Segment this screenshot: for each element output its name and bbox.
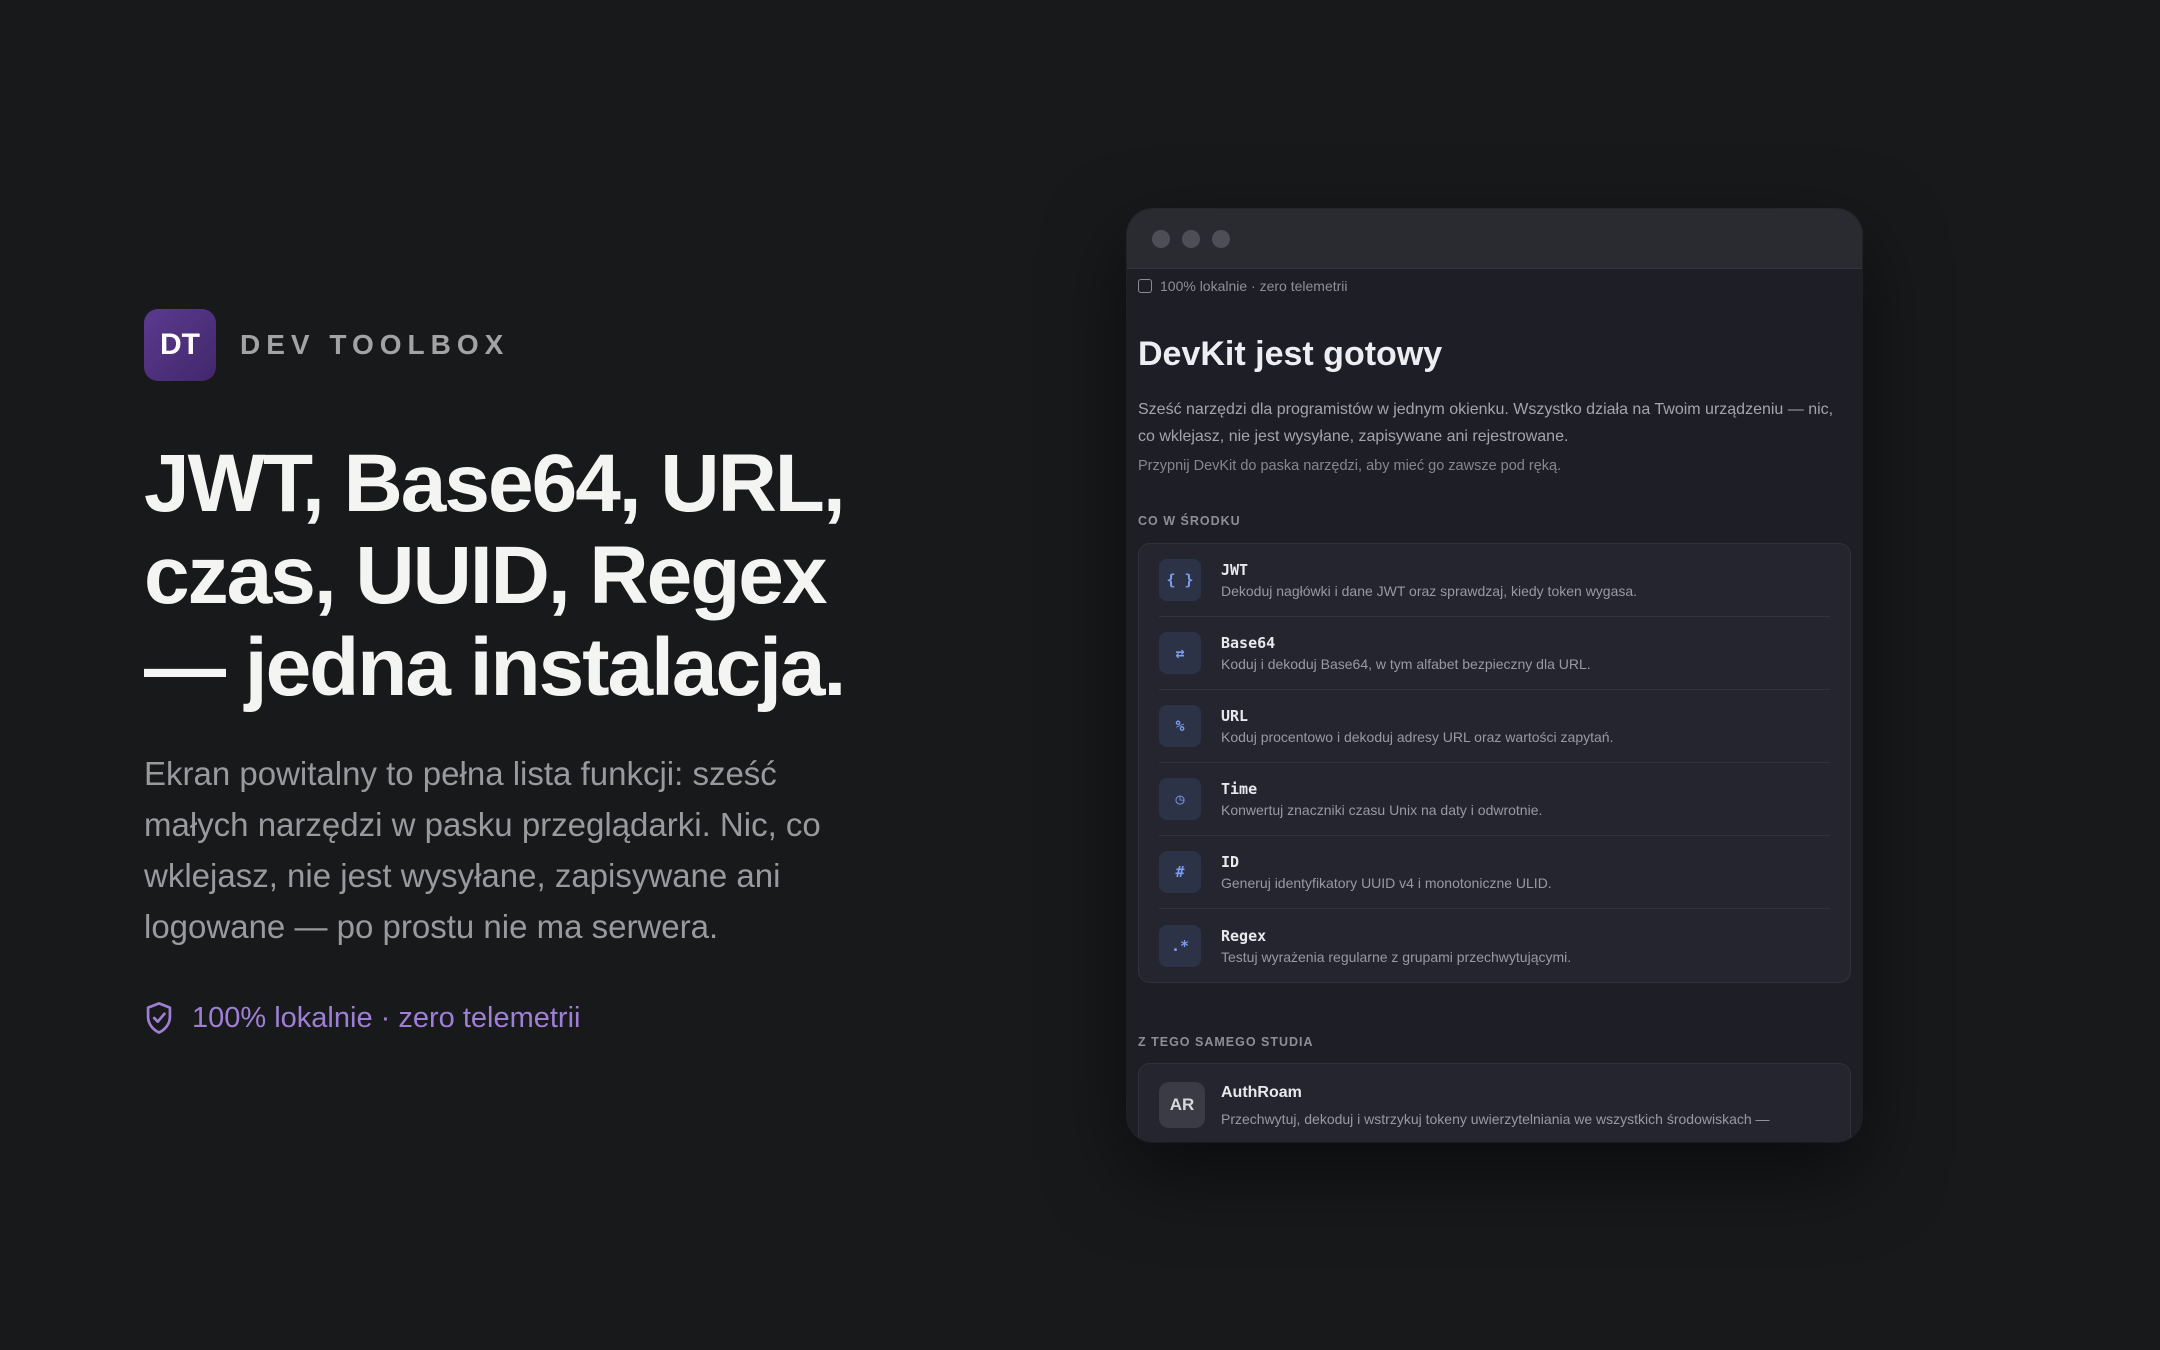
panel-hint: Przypnij DevKit do paska narzędzi, aby m… [1138, 458, 1562, 474]
hero-headline: JWT, Base64, URL, czas, UUID, Regex — je… [144, 438, 904, 714]
panel-title: DevKit jest gotowy [1138, 335, 1443, 373]
headline-line: czas, UUID, Regex [144, 530, 828, 621]
brand-logo: DT [144, 309, 216, 381]
headline-line: — jedna instalacja. [144, 622, 846, 713]
local-status: 100% lokalnie · zero telemetrii [1138, 277, 1851, 295]
tool-name: Regex [1221, 926, 1267, 945]
tool-item-jwt[interactable]: { } JWT Dekoduj nagłówki i dane JWT oraz… [1159, 544, 1830, 617]
clock-icon: ◷ [1159, 778, 1201, 820]
window-dot-icon [1212, 229, 1230, 248]
tool-desc: Koduj i dekoduj Base64, w tym alfabet be… [1221, 656, 1591, 672]
tool-name: ID [1221, 853, 1240, 871]
privacy-badge-label: 100% lokalnie · zero telemetrii [192, 1001, 581, 1034]
tool-item-base64[interactable]: ⇄ Base64 Koduj i dekoduj Base64, w tym a… [1159, 617, 1830, 690]
studio-app-name: AuthRoam [1221, 1084, 1302, 1101]
headline-line: JWT, Base64, URL, [144, 438, 846, 529]
privacy-badge: 100% lokalnie · zero telemetrii [144, 1001, 580, 1035]
swap-arrows-icon: ⇄ [1159, 632, 1201, 674]
tools-list: { } JWT Dekoduj nagłówki i dane JWT oraz… [1138, 543, 1851, 983]
panel-intro: Sześć narzędzi dla programistów w jednym… [1138, 401, 1834, 445]
tool-item-time[interactable]: ◷ Time Konwertuj znaczniki czasu Unix na… [1159, 763, 1830, 836]
window-dot-icon [1152, 229, 1170, 248]
shield-check-icon [146, 1002, 172, 1034]
hero-subtext: Ekran powitalny to pełna lista funkcji: … [144, 755, 821, 945]
brand-name: DEV TOOLBOX [240, 329, 510, 360]
tool-name: Base64 [1221, 634, 1276, 652]
tool-item-regex[interactable]: .* Regex Testuj wyrażenia regularne z gr… [1159, 909, 1830, 982]
authroam-logo: AR [1159, 1082, 1205, 1128]
studio-app-card[interactable]: AR AuthRoam Przechwytuj, dekoduj i wstrz… [1138, 1063, 1851, 1142]
tool-item-url[interactable]: % URL Koduj procentowo i dekoduj adresy … [1159, 690, 1830, 763]
tool-desc: Konwertuj znaczniki czasu Unix na daty i… [1221, 802, 1543, 818]
window-titlebar [1127, 209, 1862, 269]
tool-desc: Testuj wyrażenia regularne z grupami prz… [1221, 948, 1572, 965]
panel-content: 100% lokalnie · zero telemetrii DevKit j… [1127, 269, 1862, 1142]
tool-desc: Dekoduj nagłówki i dane JWT oraz sprawdz… [1221, 583, 1638, 599]
brand: DT DEV TOOLBOX [144, 309, 509, 381]
section-label-studio: Z TEGO SAMEGO STUDIA [1138, 1035, 1314, 1049]
regex-icon: .* [1159, 924, 1201, 967]
hash-icon: # [1159, 851, 1201, 893]
percent-icon: % [1159, 705, 1201, 747]
section-label-inside: CO W ŚRODKU [1138, 514, 1241, 528]
studio-app-desc: Przechwytuj, dekoduj i wstrzykuj tokeny … [1221, 1111, 1770, 1127]
tool-name: URL [1221, 707, 1249, 725]
tool-desc: Generuj identyfikatory UUID v4 i monoton… [1221, 875, 1552, 891]
window-dot-icon [1182, 229, 1200, 248]
local-checkbox[interactable] [1138, 279, 1152, 293]
tool-item-id[interactable]: # ID Generuj identyfikatory UUID v4 i mo… [1159, 836, 1830, 909]
local-status-label: 100% lokalnie · zero telemetrii [1160, 278, 1348, 294]
extension-window: 100% lokalnie · zero telemetrii DevKit j… [1127, 209, 1862, 1142]
tool-name: JWT [1221, 561, 1249, 579]
tool-desc: Koduj procentowo i dekoduj adresy URL or… [1221, 729, 1614, 745]
tool-name: Time [1221, 780, 1258, 798]
braces-icon: { } [1159, 559, 1201, 601]
